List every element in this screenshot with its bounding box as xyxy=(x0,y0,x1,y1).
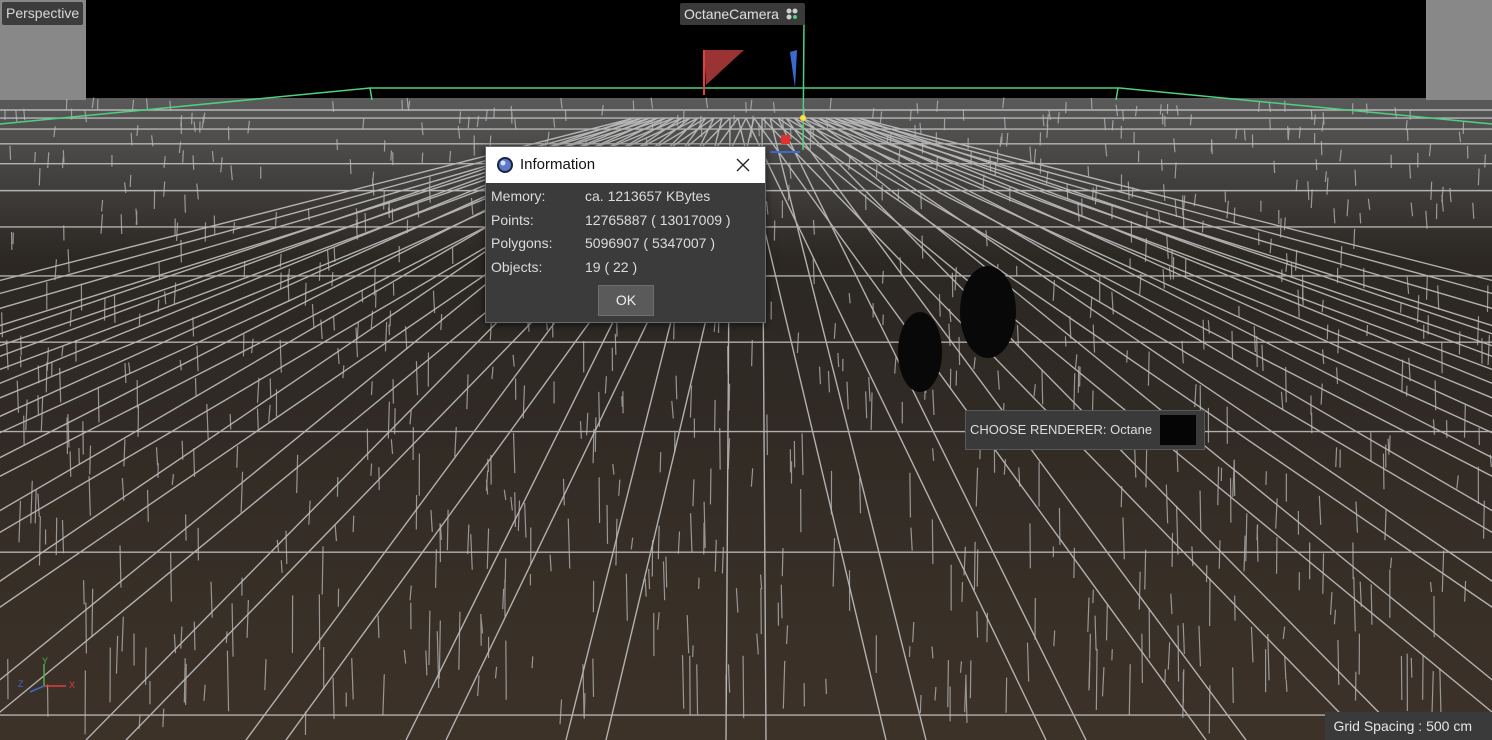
dialog-title: Information xyxy=(520,156,596,173)
info-row-objects: Objects: 19 ( 22 ) xyxy=(491,256,761,280)
ok-button[interactable]: OK xyxy=(598,285,654,316)
viewport-scene xyxy=(0,0,1492,740)
axis-x-label: X xyxy=(69,680,75,690)
info-row-polygons: Polygons: 5096907 ( 5347007 ) xyxy=(491,232,761,256)
cinema4d-app-icon xyxy=(497,157,513,173)
camera-label[interactable]: OctaneCamera xyxy=(680,3,805,25)
axis-y-label: Y xyxy=(42,656,48,666)
renderer-overlay: CHOOSE RENDERER: Octane xyxy=(965,410,1205,450)
info-value: 12765887 ( 13017009 ) xyxy=(585,211,731,228)
info-value: ca. 1213657 KBytes xyxy=(585,188,711,204)
camera-icon xyxy=(786,8,798,20)
dialog-body: Memory: ca. 1213657 KBytes Points: 12765… xyxy=(491,185,761,279)
3d-viewport[interactable]: Perspective OctaneCamera CHOOSE RENDERER… xyxy=(0,0,1492,740)
info-row-points: Points: 12765887 ( 13017009 ) xyxy=(491,209,761,233)
grid-spacing-label: Grid Spacing : 500 cm xyxy=(1325,712,1492,740)
axis-gizmo: Y X Z xyxy=(18,656,75,693)
close-button[interactable] xyxy=(721,147,765,183)
right-wall xyxy=(1426,0,1492,100)
info-row-memory: Memory: ca. 1213657 KBytes xyxy=(491,185,761,209)
info-label: Points: xyxy=(491,211,534,228)
info-label: Memory: xyxy=(491,188,546,204)
renderer-swatch xyxy=(1160,415,1196,445)
close-icon xyxy=(736,158,750,172)
info-label: Objects: xyxy=(491,258,543,275)
camera-name: OctaneCamera xyxy=(684,6,779,22)
info-value: 5096907 ( 5347007 ) xyxy=(585,235,715,251)
dialog-titlebar[interactable]: Information xyxy=(486,147,765,183)
viewport-name[interactable]: Perspective xyxy=(2,2,84,25)
axis-z-label: Z xyxy=(18,679,24,689)
renderer-label: CHOOSE RENDERER: Octane xyxy=(970,422,1153,437)
information-dialog: Information Memory: ca. 1213657 KBytes P… xyxy=(485,146,766,323)
info-label: Polygons: xyxy=(491,235,553,251)
info-value: 19 ( 22 ) xyxy=(585,258,638,275)
